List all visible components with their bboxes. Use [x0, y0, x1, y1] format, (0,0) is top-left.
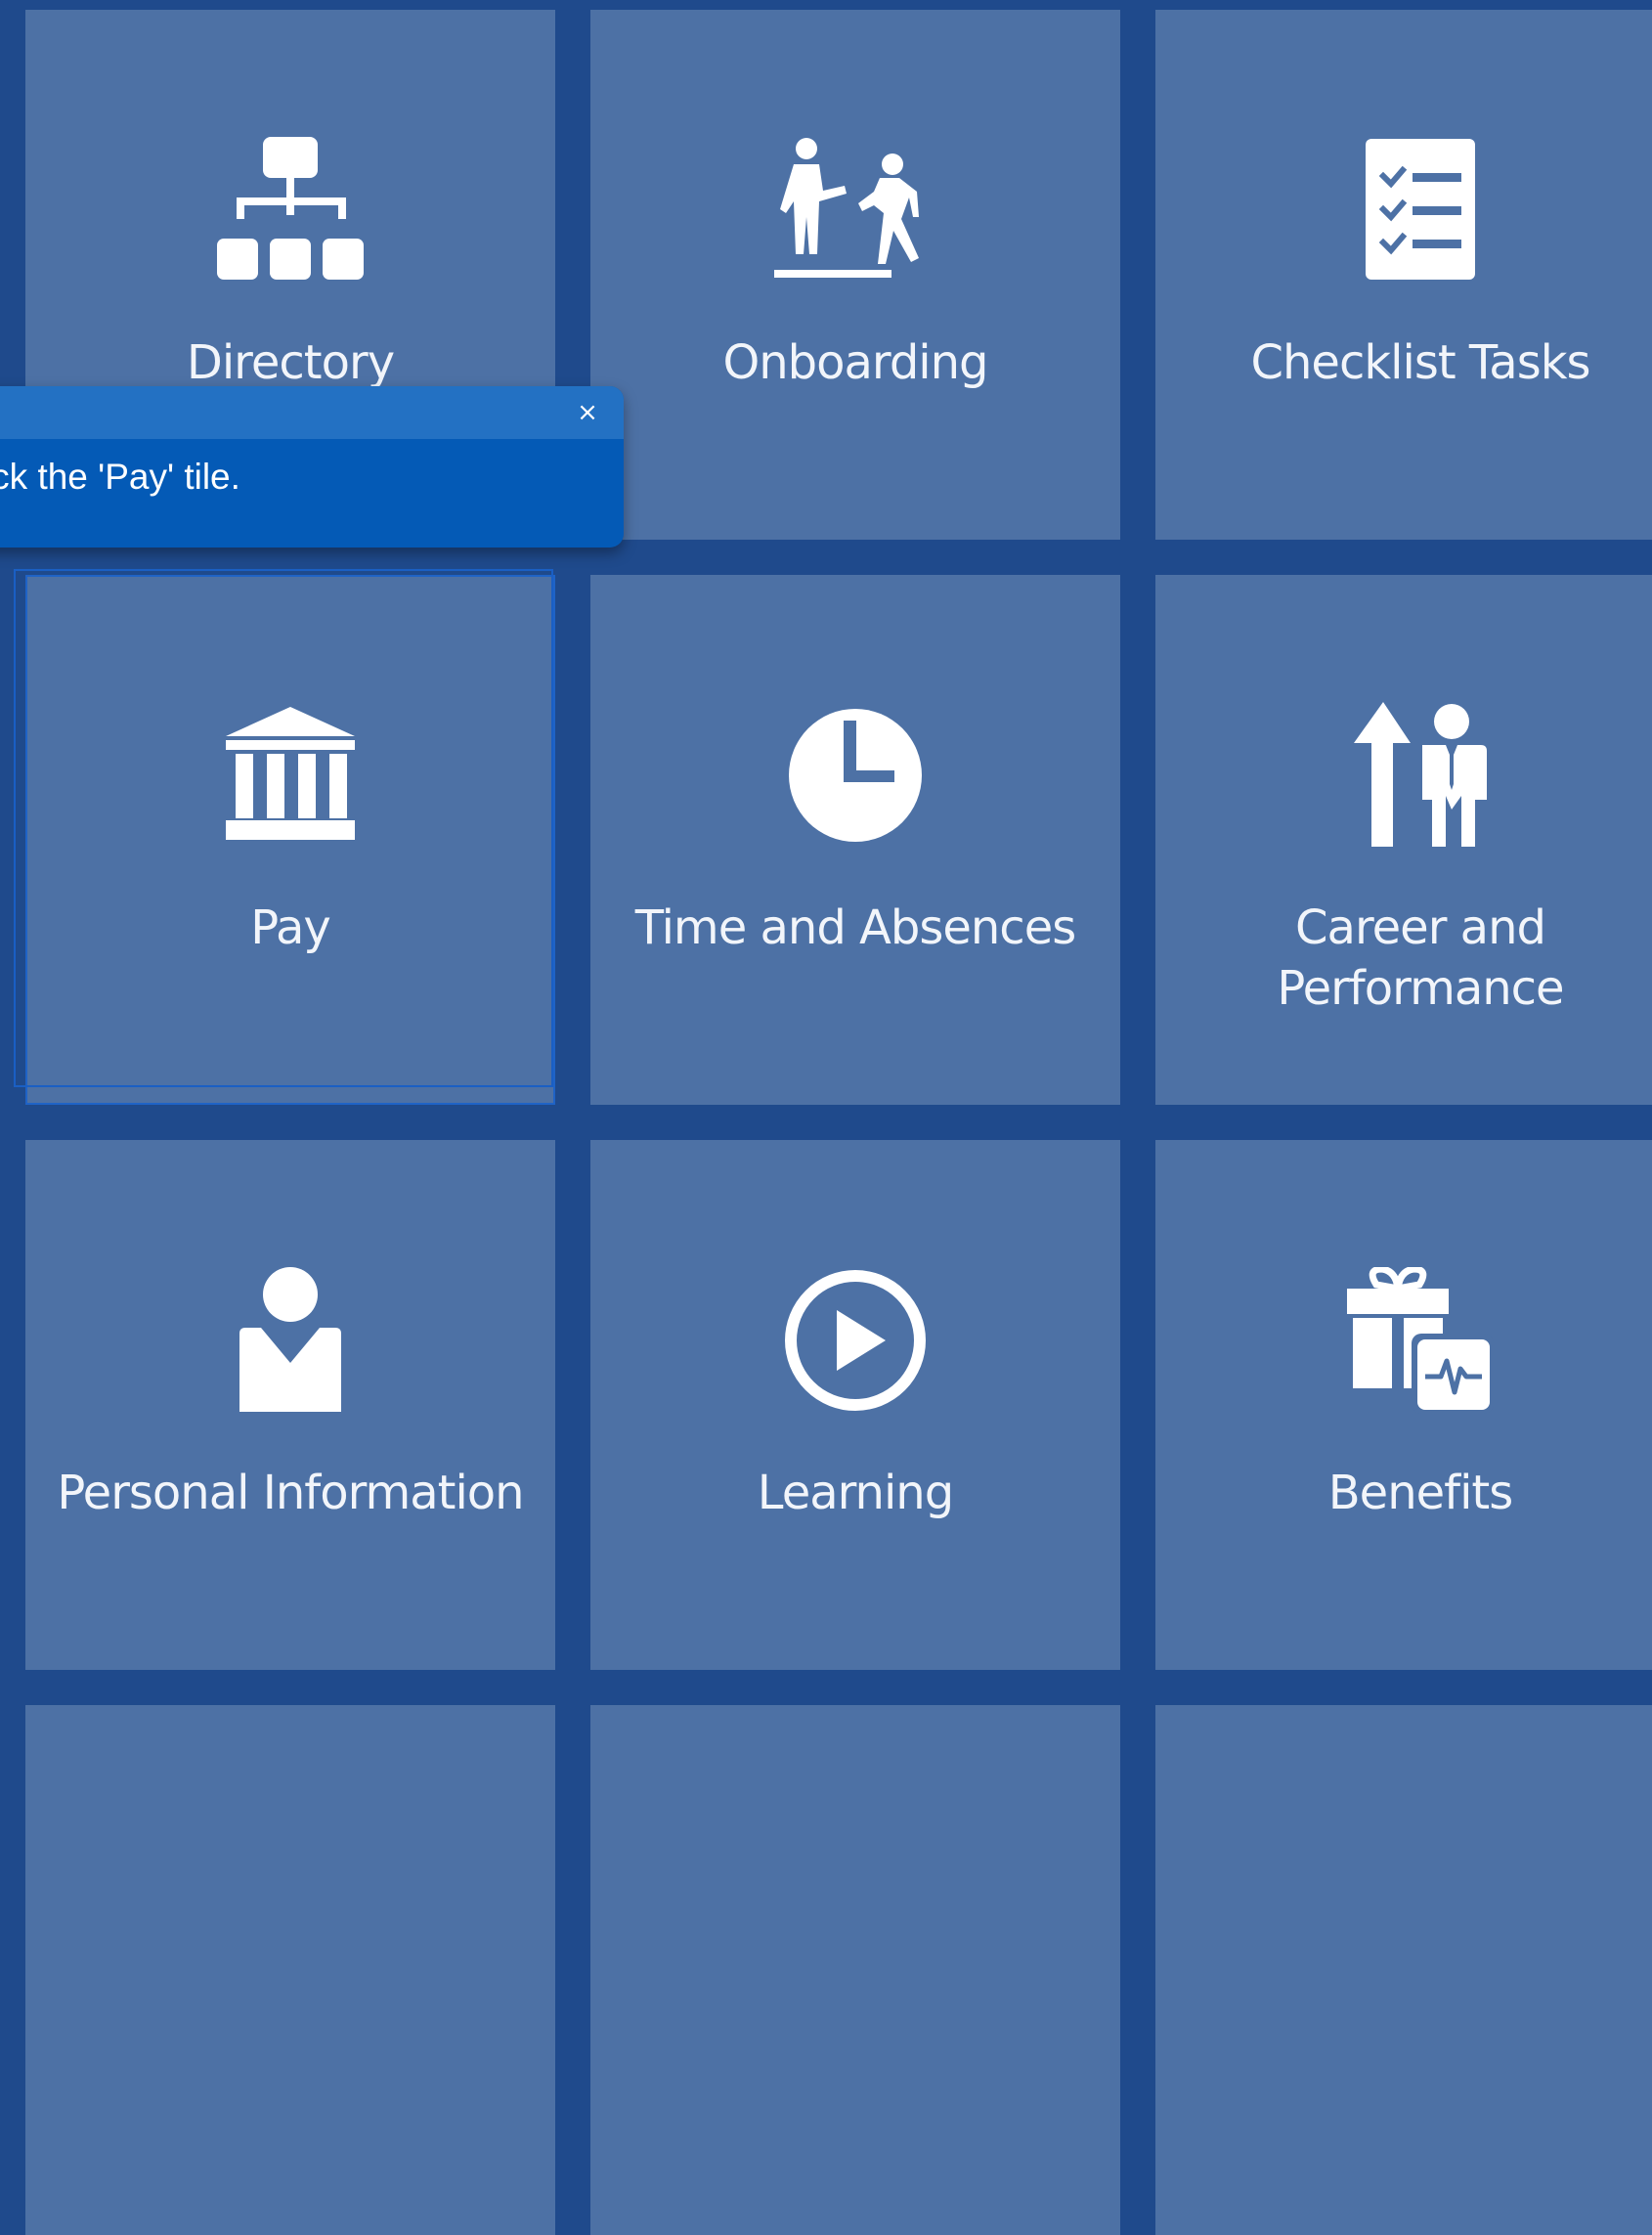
tile-pay[interactable]: Pay	[25, 575, 555, 1105]
play-circle-icon	[590, 1257, 1120, 1424]
close-button[interactable]: ×	[569, 394, 606, 431]
tile-label: Benefits	[1327, 1466, 1513, 1520]
clock-icon	[590, 692, 1120, 858]
tile-label: Pay	[250, 900, 331, 955]
springboard-grid: Directory Onboarding Checklist Tasks Pay…	[0, 0, 1652, 2235]
tile-label: Directory	[186, 335, 395, 390]
tile-career-and-performance[interactable]: Career and Performance	[1155, 575, 1652, 1105]
tile-label: Onboarding	[722, 335, 988, 390]
bank-building-icon	[25, 692, 555, 858]
tile-time-and-absences[interactable]: Time and Absences	[590, 575, 1120, 1105]
tile-checklist-tasks[interactable]: Checklist Tasks	[1155, 10, 1652, 540]
tile-label: Personal Information	[57, 1466, 524, 1520]
tile-label: Career and Performance	[1277, 900, 1564, 1016]
tile-label: Checklist Tasks	[1250, 335, 1590, 390]
popup-header: ×	[0, 386, 624, 439]
career-growth-icon	[1155, 692, 1652, 858]
person-icon	[25, 1257, 555, 1424]
tile-label: Time and Absences	[634, 900, 1076, 955]
tile-row4-col2[interactable]	[590, 1705, 1120, 2235]
tile-label: Learning	[757, 1466, 954, 1520]
tile-learning[interactable]: Learning	[590, 1140, 1120, 1670]
checklist-icon	[1155, 127, 1652, 293]
gift-health-icon	[1155, 1257, 1652, 1424]
popup-instruction-text: Click the 'Pay' tile.	[0, 457, 240, 497]
tile-personal-information[interactable]: Personal Information	[25, 1140, 555, 1670]
onboarding-people-icon	[590, 127, 1120, 293]
tile-benefits[interactable]: Benefits	[1155, 1140, 1652, 1670]
guidance-popup: × Click the 'Pay' tile.	[0, 386, 624, 548]
tile-row4-col1[interactable]	[25, 1705, 555, 2235]
tile-onboarding[interactable]: Onboarding	[590, 10, 1120, 540]
tile-row4-col3[interactable]	[1155, 1705, 1652, 2235]
org-chart-icon	[25, 127, 555, 293]
